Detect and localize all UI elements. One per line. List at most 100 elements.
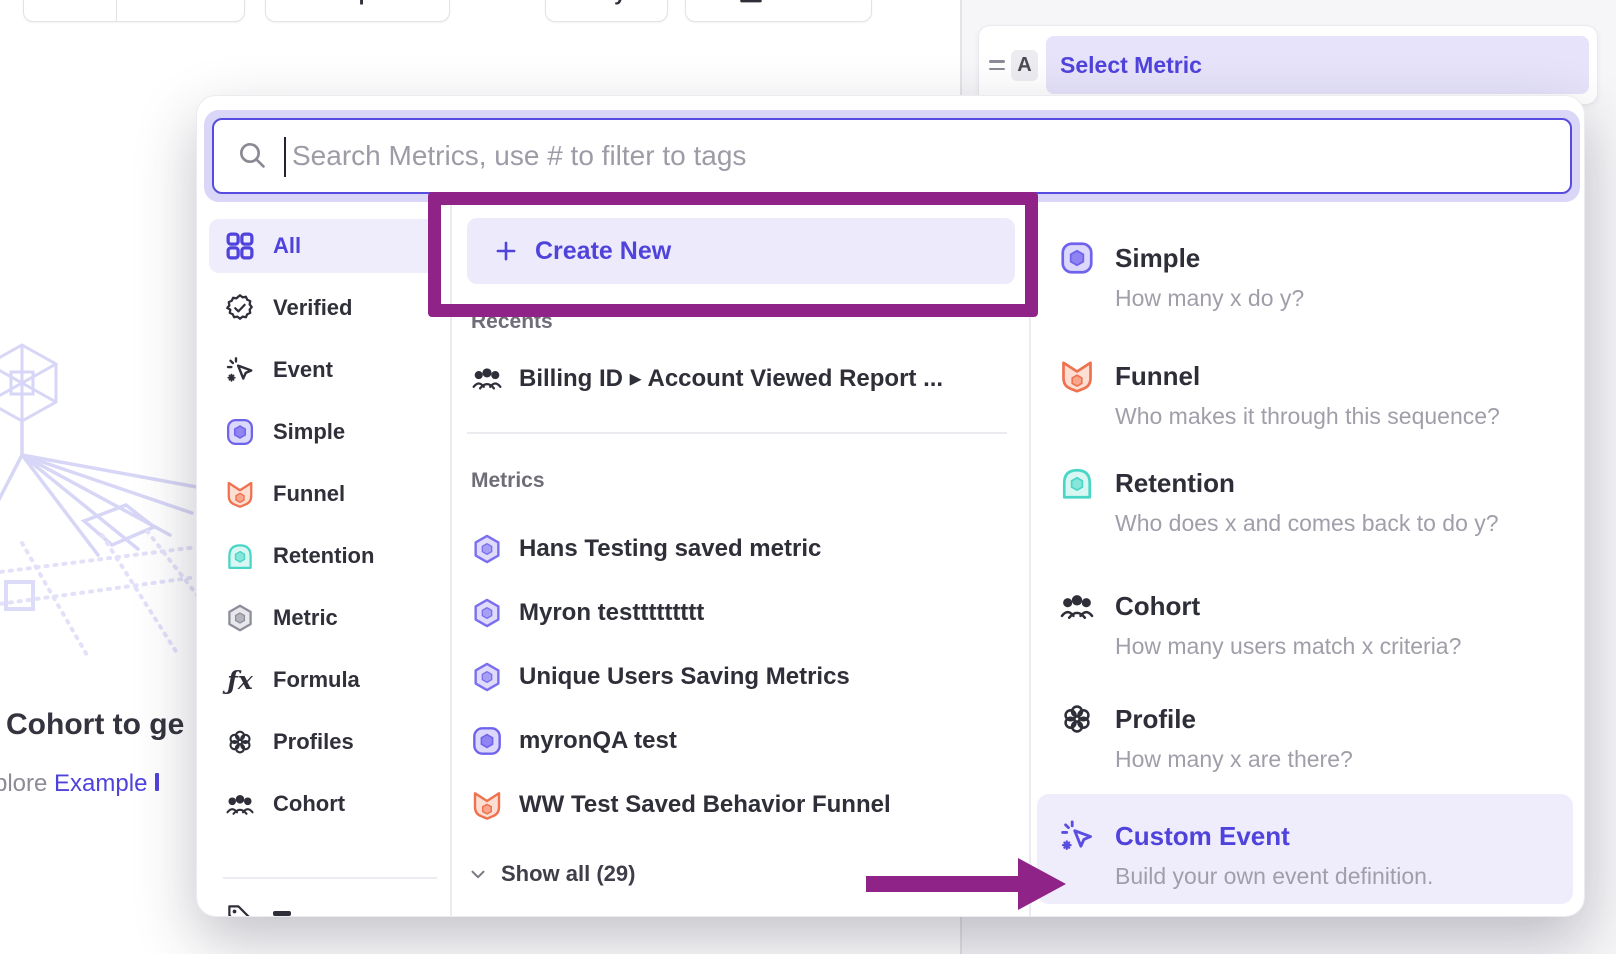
category-verified[interactable]: Verified [209,281,439,335]
cohort-icon [225,789,255,819]
wireframe-illustration [0,335,197,665]
chevron-down-icon [197,0,213,2]
empty-state-subtext-fragment: plore [0,770,54,797]
metric-list-item[interactable]: Unique Users Saving Metrics [467,651,1007,703]
type-name: Simple [1115,243,1200,274]
cohort-icon [471,362,503,394]
date-range-12m-label: 12M [50,0,91,6]
type-description: Who makes it through this sequence? [1115,403,1500,430]
type-funnel[interactable]: Funnel Who makes it through this sequenc… [1037,334,1573,444]
type-description: How many x are there? [1115,746,1353,773]
metric-item-label: Hans Testing saved metric [519,535,821,563]
category-label: Retention [273,543,374,569]
empty-state-headline: Cohort to ge [6,708,184,742]
show-all-button[interactable]: Show all (29) [467,855,635,893]
metric-hexagon-icon [471,597,503,629]
type-simple[interactable]: Simple How many x do y? [1037,216,1573,326]
verified-icon [225,293,255,323]
type-description: How many users match x criteria? [1115,633,1461,660]
category-label: Metric [273,605,338,631]
recent-item[interactable]: Billing ID ▸ Account Viewed Report ... [467,350,1007,406]
chart-type-button[interactable]: Line [685,0,872,22]
type-custom-event[interactable]: Custom Event Build your own event defini… [1037,794,1573,904]
type-retention[interactable]: Retention Who does x and comes back to d… [1037,441,1573,551]
category-tags-partial[interactable] [225,902,291,917]
metric-list-item[interactable]: WW Test Saved Behavior Funnel [467,779,1007,831]
recent-item-label: Billing ID ▸ Account Viewed Report ... [519,364,943,393]
category-all[interactable]: All [209,219,439,273]
retention-icon [1059,465,1095,501]
category-cohort[interactable]: Cohort [209,777,439,831]
funnel-icon [471,789,503,821]
metric-icon [225,603,255,633]
search-focus-ring [204,110,1580,202]
category-formula[interactable]: ƒx Formula [209,653,439,707]
metric-item-label: WW Test Saved Behavior Funnel [519,791,891,819]
profiles-icon [225,727,255,757]
date-range-12m-button[interactable]: 12M [24,0,116,21]
truncated-category-label [273,911,291,916]
list-divider [467,432,1007,434]
type-name: Profile [1115,704,1196,735]
formula-icon: ƒx [225,665,255,695]
category-funnel[interactable]: Funnel [209,467,439,521]
category-event[interactable]: Event [209,343,439,397]
annotation-rectangle [428,192,1038,317]
chevron-down-icon [467,863,489,885]
search-input[interactable] [214,120,1570,192]
empty-state-subtext: plore Example [0,770,159,798]
metric-item-label: Myron testtttttttt [519,599,704,627]
metric-list-item[interactable]: Hans Testing saved metric [467,523,1007,575]
compare-label: Compare [312,0,403,6]
metric-list-item[interactable]: Myron testtttttttt [467,587,1007,639]
metric-hexagon-icon [471,661,503,693]
grid-icon [225,231,255,261]
metric-hexagon-icon [471,533,503,565]
sparkle-cursor-icon [1059,818,1095,854]
select-metric-label: Select Metric [1060,52,1202,79]
type-name: Cohort [1115,591,1200,622]
category-label: Verified [273,295,352,321]
simple-icon [1059,240,1095,276]
series-badge: A [1011,50,1038,81]
category-simple[interactable]: Simple [209,405,439,459]
type-name: Custom Event [1115,821,1290,852]
metric-item-label: Unique Users Saving Metrics [519,663,850,691]
type-description: How many x do y? [1115,285,1304,312]
category-profiles[interactable]: Profiles [209,715,439,769]
date-range-control[interactable]: 12M YTD [23,0,245,22]
category-retention[interactable]: Retention [209,529,439,583]
compare-button[interactable]: Compare [265,0,450,22]
funnel-icon [225,479,255,509]
sidebar-divider [223,877,437,879]
type-profile[interactable]: Profile How many x are there? [1037,677,1573,787]
profiles-icon [1059,701,1095,737]
retention-icon [225,541,255,571]
simple-icon [225,417,255,447]
category-metric[interactable]: Metric [209,591,439,645]
date-range-ytd-button[interactable]: YTD [116,0,244,21]
category-label: Formula [273,667,360,693]
granularity-button[interactable]: Day [545,0,668,22]
simple-icon [471,725,503,757]
type-description: Who does x and comes back to do y? [1115,510,1499,537]
tag-icon [225,902,255,917]
type-cohort[interactable]: Cohort How many users match x criteria? [1037,564,1573,674]
select-metric-pill[interactable]: Select Metric [1046,36,1589,94]
show-all-label: Show all (29) [501,861,635,887]
example-link[interactable]: Example [54,770,147,797]
annotation-arrow-head [1018,858,1066,910]
metric-item-label: myronQA test [519,727,677,755]
search-field[interactable] [212,118,1572,194]
category-label: Simple [273,419,345,445]
metric-list-item[interactable]: myronQA test [467,715,1007,767]
date-range-ytd-label: YTD [149,0,191,6]
metric-slot-card: A Select Metric [978,25,1598,105]
type-name: Retention [1115,468,1235,499]
metrics-heading: Metrics [471,469,545,493]
type-name: Funnel [1115,361,1200,392]
category-label: Event [273,357,333,383]
drag-handle-icon[interactable] [989,60,1005,70]
category-label: Cohort [273,791,345,817]
category-label: Profiles [273,729,354,755]
